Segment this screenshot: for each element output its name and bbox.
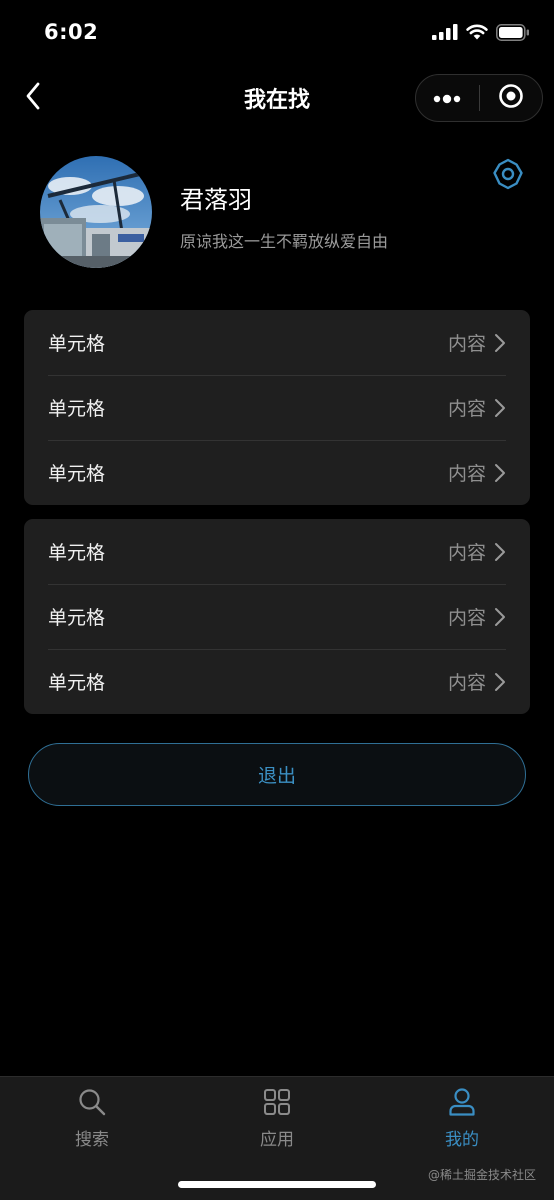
search-icon [77,1087,107,1121]
chevron-right-icon [494,672,506,692]
cell-value: 内容 [447,463,486,485]
cell-value: 内容 [447,607,486,629]
chevron-right-icon [494,463,506,483]
avatar[interactable] [40,156,152,268]
target-circle-icon [498,83,524,113]
logout-button[interactable]: 退出 [28,743,526,806]
user-bio: 原谅我这一生不羁放纵爱自由 [180,232,389,251]
cell-title: 单元格 [48,333,106,355]
cell-value: 内容 [447,672,486,694]
gear-icon [491,157,525,195]
cell-value: 内容 [447,333,486,355]
wifi-icon [466,24,488,44]
cell-title: 单元格 [48,607,106,629]
status-time: 6:02 [44,20,99,44]
chevron-right-icon [494,398,506,418]
list-cell[interactable]: 单元格 内容 [24,440,530,505]
list-cell[interactable]: 单元格 内容 [24,519,530,584]
tab-apps[interactable]: 应用 [217,1087,337,1151]
tab-label: 应用 [260,1130,294,1150]
watermark: @稀土掘金技术社区 [427,1168,536,1182]
tab-search[interactable]: 搜索 [32,1087,152,1151]
signal-icon [432,24,458,44]
tab-label: 我的 [445,1130,479,1150]
list-cell[interactable]: 单元格 内容 [24,310,530,375]
more-button[interactable] [416,75,479,121]
list-cell[interactable]: 单元格 内容 [24,649,530,714]
cell-title: 单元格 [48,463,106,485]
cell-title: 单元格 [48,398,106,420]
cell-value: 内容 [447,398,486,420]
nav-bar: 我在找 [0,66,554,130]
mini-program-capsule [415,74,543,122]
profile-header: 君落羽 原谅我这一生不羁放纵爱自由 [0,150,554,290]
status-bar: 6:02 [0,0,554,66]
status-icons [432,23,530,45]
close-mini-program-button[interactable] [480,75,543,121]
cell-group-2: 单元格 内容 单元格 内容 单元格 内容 [24,519,530,714]
list-cell[interactable]: 单元格 内容 [24,584,530,649]
tab-mine[interactable]: 我的 [402,1087,522,1151]
list-cell[interactable]: 单元格 内容 [24,375,530,440]
cell-title: 单元格 [48,672,106,694]
chevron-right-icon [494,542,506,562]
user-icon [447,1087,477,1121]
settings-button[interactable] [490,158,526,194]
battery-icon [496,23,530,45]
cell-title: 单元格 [48,542,106,564]
home-indicator [178,1181,376,1188]
apps-grid-icon [262,1087,292,1121]
cell-group-1: 单元格 内容 单元格 内容 单元格 内容 [24,310,530,505]
chevron-right-icon [494,333,506,353]
chevron-right-icon [494,607,506,627]
cell-value: 内容 [447,542,486,564]
more-dots-icon [432,89,462,108]
username: 君落羽 [180,186,252,214]
tab-label: 搜索 [75,1130,109,1150]
